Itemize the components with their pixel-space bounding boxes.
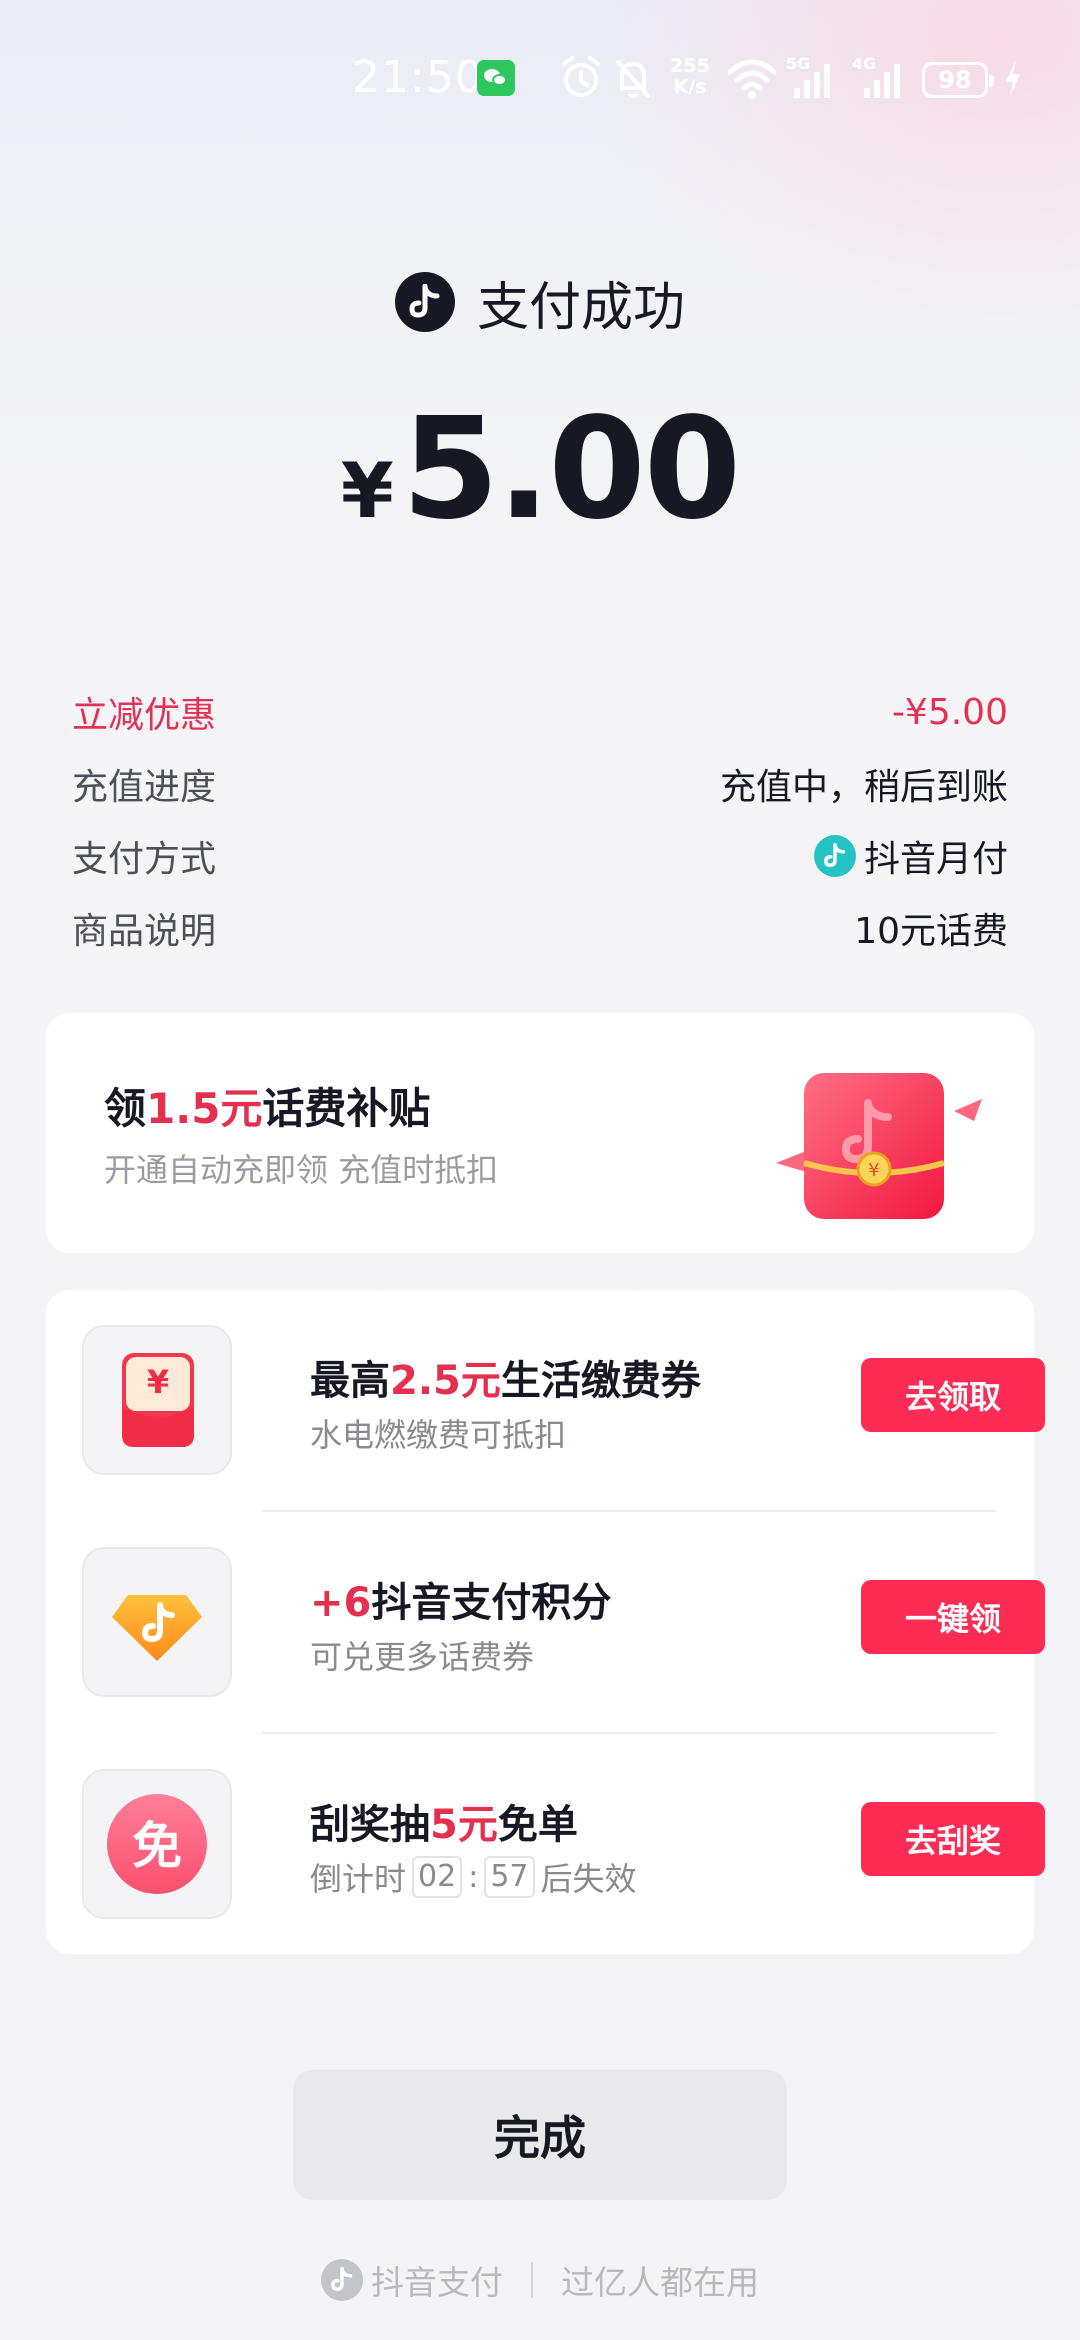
- detail-label: 充值进度: [72, 767, 217, 808]
- list-item: ¥ 最高2.5元生活缴费券 水电燃缴费可抵扣 去领取: [82, 1290, 1045, 1475]
- free-order-icon: 免: [82, 1769, 232, 1919]
- subsidy-card[interactable]: 领1.5元话费补贴 开通自动充即领 充值时抵扣 ¥: [46, 1013, 1034, 1253]
- list-item: +6抖音支付积分 可兑更多话费券 一键领: [82, 1512, 1045, 1697]
- status-bar: 21:50 255 K/s 5G 4G 98: [0, 48, 1080, 108]
- detail-row-progress: 充值进度 充值中，稍后到账: [72, 748, 1008, 820]
- signal-5g-icon: [794, 64, 830, 98]
- red-envelope-illustration: ¥: [776, 1073, 982, 1219]
- net-speed-unit: K/s: [673, 76, 707, 98]
- detail-value-container: 抖音月付: [813, 830, 1008, 882]
- detail-label: 支付方式: [72, 839, 217, 880]
- douyin-logo-icon: [394, 272, 455, 332]
- detail-value: 充值中，稍后到账: [719, 767, 1008, 808]
- free-symbol: 免: [132, 1817, 182, 1875]
- footer-brand: 抖音支付: [371, 2263, 503, 2302]
- net-speed-value: 255: [670, 55, 710, 77]
- countdown-suffix: 后失效: [540, 1860, 637, 1898]
- paid-amount: ¥ 5.00: [0, 388, 1080, 551]
- net-speed: 255 K/s: [668, 56, 712, 98]
- countdown-minutes: 02: [412, 1856, 463, 1898]
- status-icons: 255 K/s 5G 4G 98: [560, 54, 1030, 106]
- charging-icon: [1006, 60, 1020, 96]
- countdown-text: 倒计时 02 : 57 后失效: [310, 1854, 637, 1900]
- detail-label: 商品说明: [72, 911, 217, 952]
- page-title: 支付成功: [476, 277, 685, 338]
- detail-value: -¥5.00: [891, 691, 1008, 733]
- detail-row-product: 商品说明 10元话费: [72, 892, 1008, 964]
- countdown-prefix: 倒计时: [310, 1860, 407, 1898]
- claim-points-button[interactable]: 一键领: [861, 1580, 1045, 1654]
- reward-title-highlight: +6: [310, 1580, 372, 1626]
- coin-symbol: ¥: [868, 1160, 879, 1181]
- wechat-notification-icon: [477, 60, 515, 96]
- subsidy-title-prefix: 领: [104, 1084, 147, 1133]
- subsidy-title: 领1.5元话费补贴: [104, 1075, 430, 1136]
- reward-subtitle: 可兑更多话费券: [310, 1638, 535, 1676]
- footer: 抖音支付 过亿人都在用: [0, 2252, 1080, 2308]
- red-envelope-icon: ¥: [82, 1325, 232, 1475]
- countdown-seconds: 57: [484, 1856, 535, 1898]
- currency-symbol: ¥: [340, 446, 394, 535]
- detail-label: 立减优惠: [72, 695, 217, 736]
- done-button[interactable]: 完成: [293, 2070, 787, 2200]
- subsidy-title-suffix: 话费补贴: [262, 1084, 431, 1133]
- wifi-icon: [727, 59, 777, 99]
- status-time: 21:50: [352, 52, 484, 103]
- douyin-monthly-pay-icon: [813, 835, 856, 877]
- mute-bell-icon: [616, 60, 650, 98]
- reward-title-suffix: 免单: [497, 1802, 578, 1848]
- douyin-pay-logo-icon: [321, 2259, 363, 2301]
- payment-result-header: 支付成功: [0, 262, 1080, 342]
- points-gem-icon: [82, 1547, 232, 1697]
- subsidy-title-highlight: 1.5元: [146, 1084, 263, 1133]
- rewards-list: ¥ 最高2.5元生活缴费券 水电燃缴费可抵扣 去领取 +6抖音支付积分 可兑更多…: [46, 1290, 1045, 1954]
- reward-title-suffix: 抖音支付积分: [371, 1580, 612, 1626]
- reward-subtitle: 水电燃缴费可抵扣: [310, 1416, 567, 1454]
- list-item: 免 刮奖抽5元免单 倒计时 02 : 57 后失效 去刮奖: [82, 1734, 1045, 1919]
- footer-divider: [531, 2262, 533, 2298]
- detail-row-discount: 立减优惠 -¥5.00: [72, 676, 1008, 748]
- envelope-symbol: ¥: [147, 1363, 169, 1401]
- reward-title-prefix: 刮奖抽: [310, 1802, 430, 1848]
- reward-title-suffix: 生活缴费券: [500, 1358, 701, 1404]
- payment-details: 立减优惠 -¥5.00 充值进度 充值中，稍后到账 支付方式 抖音月付 商品说明…: [72, 676, 1008, 964]
- detail-value: 抖音月付: [863, 839, 1008, 880]
- amount-value: 5.00: [401, 388, 741, 551]
- reward-title-highlight: 5元: [430, 1802, 498, 1848]
- reward-title-prefix: 最高: [310, 1358, 390, 1404]
- detail-row-payment-method: 支付方式 抖音月付: [72, 820, 1008, 892]
- reward-title: 刮奖抽5元免单: [310, 1792, 578, 1850]
- subsidy-subtitle: 开通自动充即领 充值时抵扣: [104, 1151, 499, 1189]
- signal-4g-icon: [864, 64, 900, 98]
- claim-voucher-button[interactable]: 去领取: [861, 1358, 1045, 1432]
- reward-title-highlight: 2.5元: [390, 1358, 501, 1404]
- countdown-separator: :: [468, 1859, 479, 1895]
- footer-slogan: 过亿人都在用: [561, 2263, 759, 2302]
- scratch-card-button[interactable]: 去刮奖: [861, 1802, 1045, 1876]
- reward-title: 最高2.5元生活缴费券: [310, 1348, 701, 1406]
- alarm-icon: [562, 56, 600, 97]
- battery-indicator: 98: [922, 62, 994, 98]
- detail-value: 10元话费: [854, 911, 1008, 952]
- reward-title: +6抖音支付积分: [310, 1570, 611, 1628]
